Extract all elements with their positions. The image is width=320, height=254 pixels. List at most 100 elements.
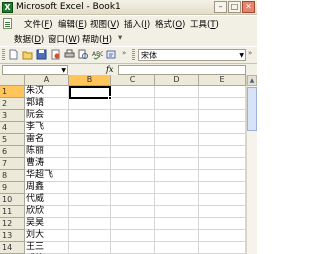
cell-a7[interactable]: 曹涛 [25,158,69,170]
cell-a4[interactable]: 李飞 [25,122,69,134]
row-header[interactable]: 2 [0,98,25,110]
cell-c8[interactable] [111,170,155,182]
permission-icon[interactable] [50,49,61,60]
menu-edit[interactable]: 编辑(E) [58,18,87,30]
cell-a14[interactable]: 王三 [25,242,69,254]
column-header-d[interactable]: D [155,75,199,86]
active-cell-b1[interactable] [69,86,111,99]
cell-b12[interactable] [69,218,111,230]
name-box[interactable]: ▼ [2,65,68,75]
cell-a6[interactable]: 陈丽 [25,146,69,158]
row-header[interactable]: 10 [0,194,25,206]
print-icon[interactable] [64,49,75,60]
row-header[interactable]: 14 [0,242,25,254]
cell-e7[interactable] [199,158,246,170]
cell-e6[interactable] [199,146,246,158]
column-header-a[interactable]: A [25,75,69,86]
cell-e11[interactable] [199,206,246,218]
cell-a9[interactable]: 周鑫 [25,182,69,194]
excel-icon[interactable]: X [2,2,13,13]
cell-c1[interactable] [111,86,155,98]
cell-a10[interactable]: 代威 [25,194,69,206]
row-header[interactable]: 4 [0,122,25,134]
column-header-b[interactable]: B [69,75,111,86]
fill-handle[interactable] [108,96,112,100]
cell-e12[interactable] [199,218,246,230]
cell-e1[interactable] [199,86,246,98]
save-icon[interactable] [36,49,47,60]
scroll-up-icon[interactable]: ▲ [247,75,257,86]
row-header[interactable]: 6 [0,146,25,158]
cell-e5[interactable] [199,134,246,146]
print-preview-icon[interactable] [78,49,89,60]
cell-d1[interactable] [155,86,199,98]
maximize-button[interactable]: □ [228,1,241,13]
row-header[interactable]: 8 [0,170,25,182]
cell-e3[interactable] [199,110,246,122]
vertical-scrollbar[interactable]: ▲ [246,75,257,254]
cell-d8[interactable] [155,170,199,182]
cell-b8[interactable] [69,170,111,182]
cell-d3[interactable] [155,110,199,122]
menu-more-icon[interactable]: ▾ [118,33,122,43]
name-box-dropdown-icon[interactable]: ▼ [61,68,66,74]
open-icon[interactable] [22,49,33,60]
cell-b6[interactable] [69,146,111,158]
cell-e2[interactable] [199,98,246,110]
row-header[interactable]: 5 [0,134,25,146]
cell-c11[interactable] [111,206,155,218]
cell-c12[interactable] [111,218,155,230]
column-header-e[interactable]: E [199,75,246,86]
cell-e8[interactable] [199,170,246,182]
cell-c2[interactable] [111,98,155,110]
row-header[interactable]: 12 [0,218,25,230]
cell-b11[interactable] [69,206,111,218]
menu-file[interactable]: 文件(F) [24,18,53,30]
cell-d11[interactable] [155,206,199,218]
cell-c6[interactable] [111,146,155,158]
menu-view[interactable]: 视图(V) [90,18,119,30]
close-button[interactable]: ✕ [242,1,255,13]
cell-a8[interactable]: 华超飞 [25,170,69,182]
format-toolbar-overflow-icon[interactable]: » [248,49,252,57]
font-name-box[interactable]: 宋体 ▼ [138,49,246,61]
cell-c10[interactable] [111,194,155,206]
format-toolbar-grip[interactable] [132,49,135,60]
row-header[interactable]: 11 [0,206,25,218]
cell-b10[interactable] [69,194,111,206]
cell-c5[interactable] [111,134,155,146]
cell-c4[interactable] [111,122,155,134]
row-header[interactable]: 3 [0,110,25,122]
spelling-icon[interactable]: ABC [92,49,103,60]
menu-data[interactable]: 数据(D) [14,33,44,45]
scroll-thumb[interactable] [247,87,257,131]
cell-b5[interactable] [69,134,111,146]
toolbar-overflow-icon[interactable]: » [122,49,126,57]
cell-c14[interactable] [111,242,155,254]
cell-b13[interactable] [69,230,111,242]
cell-a1[interactable]: 朱汉 [25,86,69,98]
cell-d4[interactable] [155,122,199,134]
toolbar-grip[interactable] [2,49,5,60]
cell-e4[interactable] [199,122,246,134]
cell-d13[interactable] [155,230,199,242]
cell-c3[interactable] [111,110,155,122]
cell-b3[interactable] [69,110,111,122]
workbook-icon[interactable] [3,18,12,29]
fx-label[interactable]: fx [106,65,113,74]
row-header[interactable]: 13 [0,230,25,242]
select-all-corner[interactable] [0,75,25,86]
cell-d12[interactable] [155,218,199,230]
cell-d9[interactable] [155,182,199,194]
cell-c7[interactable] [111,158,155,170]
cell-d7[interactable] [155,158,199,170]
cell-e13[interactable] [199,230,246,242]
cell-b4[interactable] [69,122,111,134]
cell-b9[interactable] [69,182,111,194]
cell-a2[interactable]: 郭靖 [25,98,69,110]
worksheet-grid[interactable]: A B C D E 1 朱汉 2 郭靖 3 阮会 4 李飞 5 雷名 6 陈丽 7 曹涛 8 华超飞 9 周鑫 10… [0,75,246,254]
menu-tools[interactable]: 工具(T) [190,18,219,30]
minimize-button[interactable]: – [214,1,227,13]
cell-d6[interactable] [155,146,199,158]
menu-format[interactable]: 格式(O) [155,18,185,30]
